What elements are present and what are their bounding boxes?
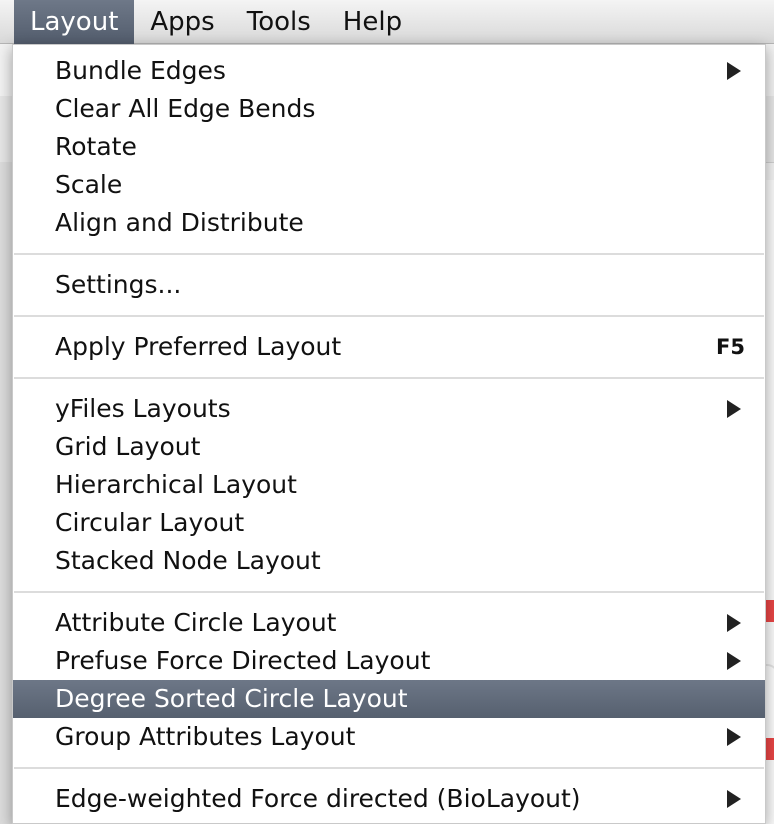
menu-item-label: Grid Layout <box>55 432 201 461</box>
menu-item-label: yFiles Layouts <box>55 394 231 423</box>
menu-item-label: Stacked Node Layout <box>55 546 321 575</box>
submenu-arrow-icon <box>727 652 741 670</box>
menu-item-settings[interactable]: Settings... <box>13 266 765 304</box>
menu-item-degree-sorted-circle-layout[interactable]: Degree Sorted Circle Layout <box>13 680 765 718</box>
submenu-arrow-icon <box>727 790 741 808</box>
menu-separator <box>13 304 765 328</box>
menubar-apps[interactable]: Apps <box>134 0 230 44</box>
menu-item-label: Prefuse Force Directed Layout <box>55 646 431 675</box>
menu-item-scale[interactable]: Scale <box>13 166 765 204</box>
menubar-tools[interactable]: Tools <box>231 0 327 44</box>
menu-item-rotate[interactable]: Rotate <box>13 128 765 166</box>
menu-item-clear-all-edge-bends[interactable]: Clear All Edge Bends <box>13 90 765 128</box>
submenu-arrow-icon <box>727 62 741 80</box>
menu-item-label: Align and Distribute <box>55 208 304 237</box>
menu-item-label: Settings... <box>55 270 182 299</box>
menu-separator <box>13 580 765 604</box>
menu-item-label: Hierarchical Layout <box>55 470 297 499</box>
menu-bar: Layout Apps Tools Help <box>0 0 774 44</box>
menu-item-label: Degree Sorted Circle Layout <box>55 684 408 713</box>
menu-item-label: Circular Layout <box>55 508 245 537</box>
menu-item-label: Edge-weighted Force directed (BioLayout) <box>55 784 581 813</box>
menu-item-edge-weighted-force-directed-biolayout[interactable]: Edge-weighted Force directed (BioLayout) <box>13 780 765 818</box>
menu-item-yfiles-layouts[interactable]: yFiles Layouts <box>13 390 765 428</box>
menu-item-hierarchical-layout[interactable]: Hierarchical Layout <box>13 466 765 504</box>
menu-item-stacked-node-layout[interactable]: Stacked Node Layout <box>13 542 765 580</box>
layout-menu: Bundle Edges Clear All Edge Bends Rotate Sc… <box>12 44 766 824</box>
menu-item-align-and-distribute[interactable]: Align and Distribute <box>13 204 765 242</box>
menu-item-bundle-edges[interactable]: Bundle Edges <box>13 52 765 90</box>
keyboard-shortcut: F5 <box>716 335 745 359</box>
menubar-layout[interactable]: Layout <box>14 0 135 44</box>
menu-item-circular-layout[interactable]: Circular Layout <box>13 504 765 542</box>
submenu-arrow-icon <box>727 400 741 418</box>
menu-separator <box>13 366 765 390</box>
menu-item-label: Scale <box>55 170 123 199</box>
menu-item-label: Clear All Edge Bends <box>55 94 316 123</box>
menu-item-grid-layout[interactable]: Grid Layout <box>13 428 765 466</box>
menu-item-label: Bundle Edges <box>55 56 226 85</box>
menu-item-attribute-circle-layout[interactable]: Attribute Circle Layout <box>13 604 765 642</box>
menu-separator <box>13 242 765 266</box>
submenu-arrow-icon <box>727 728 741 746</box>
menu-item-apply-preferred-layout[interactable]: Apply Preferred Layout F5 <box>13 328 765 366</box>
menu-item-prefuse-force-directed-layout[interactable]: Prefuse Force Directed Layout <box>13 642 765 680</box>
menu-item-label: Group Attributes Layout <box>55 722 356 751</box>
menu-item-group-attributes-layout[interactable]: Group Attributes Layout <box>13 718 765 756</box>
menu-item-label: Rotate <box>55 132 137 161</box>
submenu-arrow-icon <box>727 614 741 632</box>
menu-separator <box>13 756 765 780</box>
menu-item-label: Attribute Circle Layout <box>55 608 337 637</box>
menu-item-label: Apply Preferred Layout <box>55 332 342 361</box>
menubar-help[interactable]: Help <box>327 0 418 44</box>
